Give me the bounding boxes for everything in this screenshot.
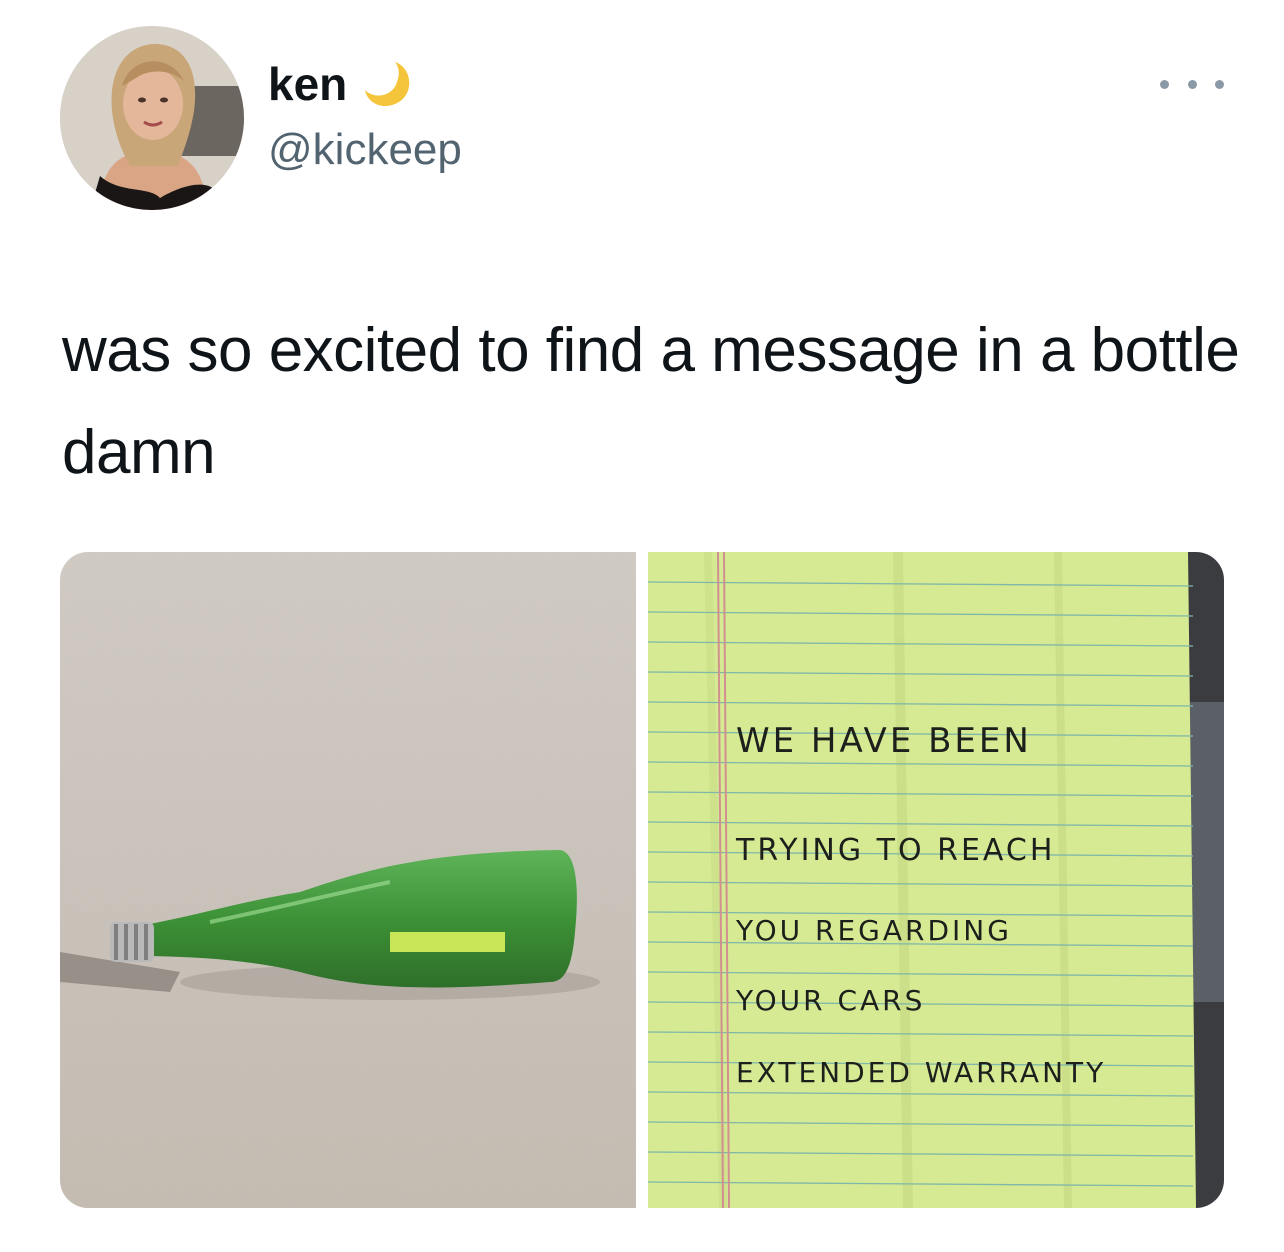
- handwritten-note-photo[interactable]: WE HAVE BEEN TRYING TO REACH YOU REGARDING…: [648, 552, 1224, 1208]
- avatar[interactable]: [60, 26, 244, 210]
- note-line: YOU REGARDING: [735, 914, 1012, 947]
- note-line: YOUR CARS: [735, 984, 925, 1017]
- dot-icon: [1187, 79, 1197, 89]
- bottle-on-sand-photo[interactable]: [60, 552, 636, 1208]
- tweet[interactable]: ken @kickeep was so excited to find a me…: [0, 0, 1284, 1252]
- crescent-moon-icon: [361, 58, 413, 110]
- note-line: TRYING TO REACH: [735, 833, 1055, 868]
- dot-icon: [1160, 79, 1169, 89]
- display-name-text: ken: [268, 58, 348, 110]
- display-name[interactable]: ken: [268, 56, 413, 112]
- more-options-button[interactable]: [1160, 64, 1224, 104]
- note-line: EXTENDED WARRANTY: [736, 1056, 1106, 1089]
- note-line: WE HAVE BEEN: [736, 721, 1032, 761]
- dot-icon: [1215, 79, 1224, 89]
- user-handle[interactable]: @kickeep: [268, 122, 462, 178]
- avatar-image: [60, 26, 244, 210]
- media-grid: WE HAVE BEEN TRYING TO REACH YOU REGARDING…: [60, 552, 1224, 1208]
- tweet-text: was so excited to find a message in a bo…: [62, 316, 1240, 487]
